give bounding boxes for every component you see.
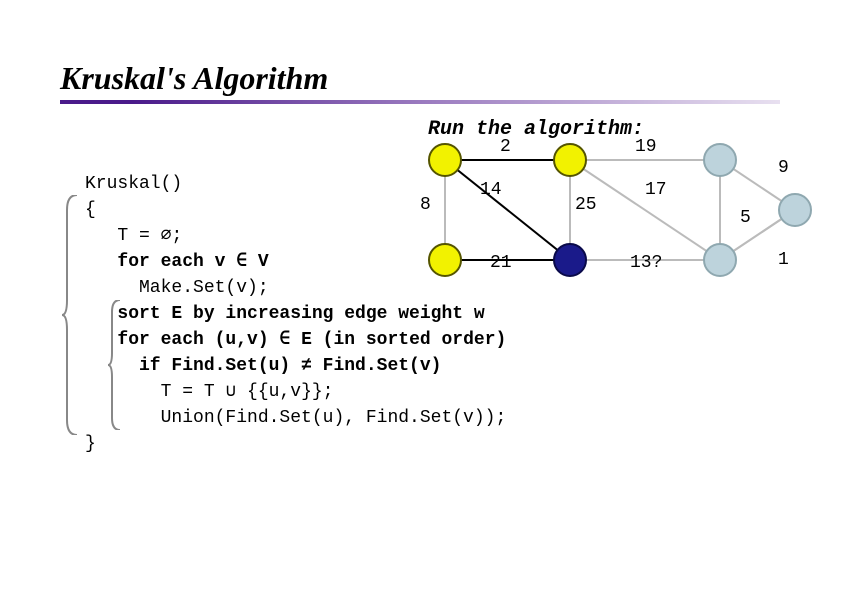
code-line-7: for each (u,v) ∈ E (in sorted order) (85, 330, 506, 350)
graph-node-f (553, 243, 587, 277)
code-line-11: } (85, 434, 96, 454)
weight-1: 1 (778, 250, 789, 270)
graph-node-b (553, 143, 587, 177)
pseudocode: Kruskal() { T = ∅; for each v ∈ V Make.S… (85, 145, 506, 457)
code-line-5: Make.Set(v); (85, 278, 269, 298)
weight-19: 19 (635, 137, 657, 157)
weight-17: 17 (645, 180, 667, 200)
weight-9: 9 (778, 158, 789, 178)
code-line-10: Union(Find.Set(u), Find.Set(v)); (85, 408, 506, 428)
brace-inner (108, 300, 124, 430)
brace-outer (62, 195, 82, 435)
graph-node-c (703, 143, 737, 177)
code-line-4: for each v ∈ V (85, 252, 269, 272)
weight-5: 5 (740, 208, 751, 228)
graph-node-d (778, 193, 812, 227)
code-line-3: T = ∅; (85, 226, 182, 246)
weight-13q: 13? (630, 253, 662, 273)
code-line-1: Kruskal() (85, 174, 182, 194)
graph-node-g (703, 243, 737, 277)
weight-25: 25 (575, 195, 597, 215)
code-line-2: { (85, 200, 96, 220)
code-line-6: sort E by increasing edge weight w (85, 304, 485, 324)
code-line-8: if Find.Set(u) ≠ Find.Set(v) (85, 356, 441, 376)
